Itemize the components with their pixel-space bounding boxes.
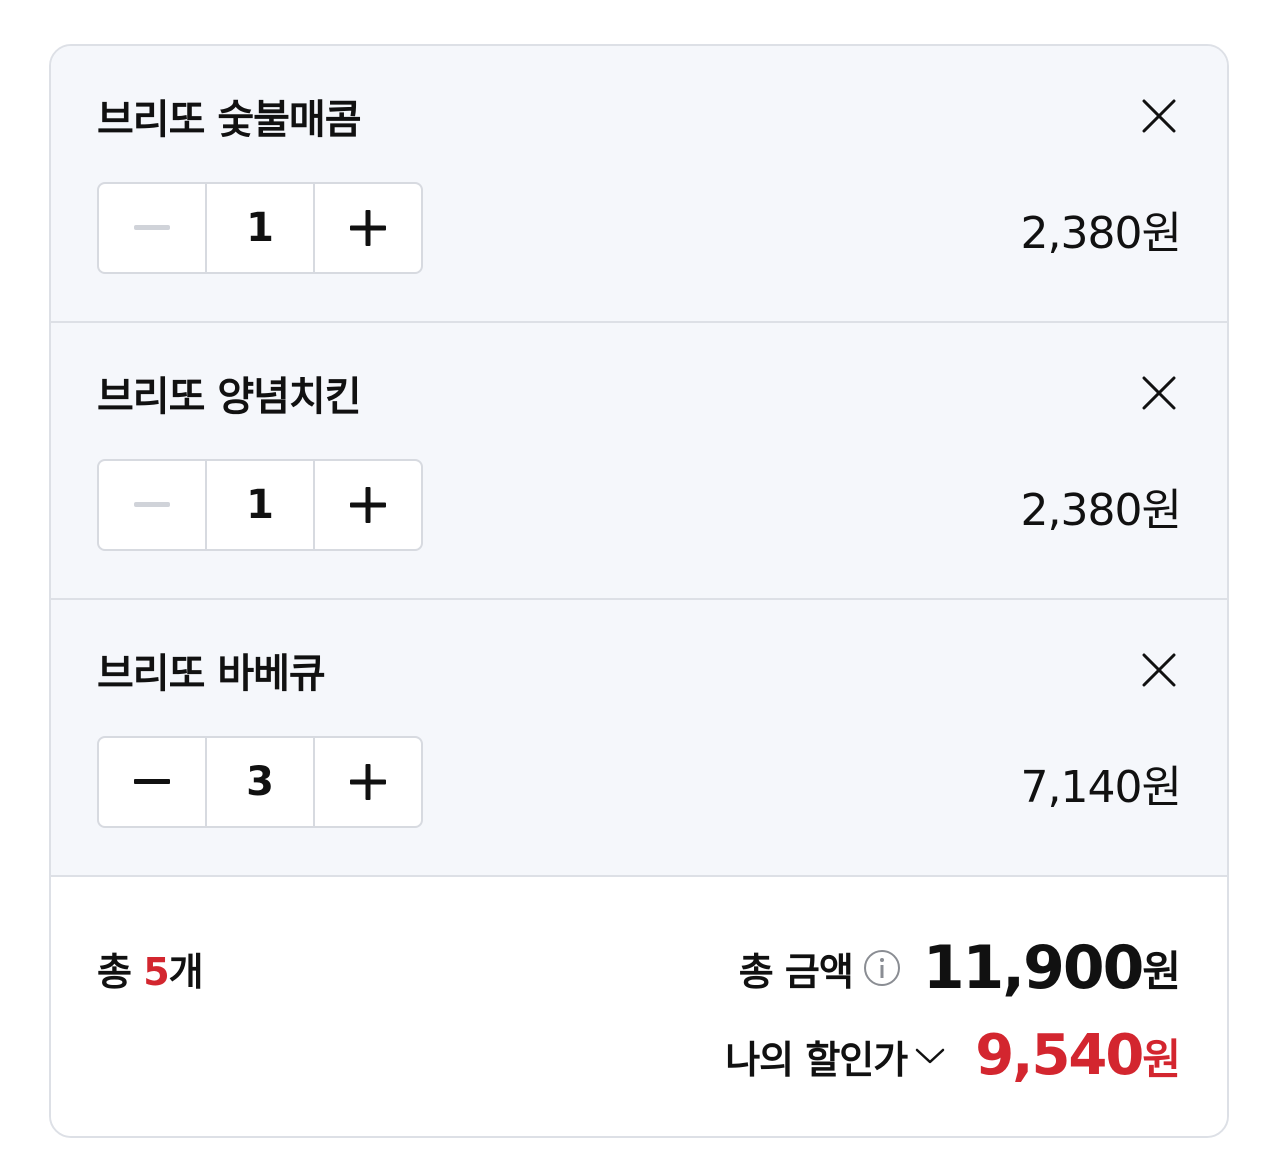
decrease-button[interactable] [99, 461, 205, 549]
cart-panel: 브리또 숯불매콤 1 2,380원 브리또 양념치킨 1 2,380원 브리또 … [49, 44, 1229, 1138]
item-price: 2,380원 [1020, 485, 1182, 536]
order-summary: 총 5개 총 금액 11,900 원 나의 할인가 9,540 원 [51, 877, 1227, 1136]
close-icon[interactable] [1141, 652, 1177, 688]
quantity-display: 1 [205, 184, 313, 272]
total-price-unit: 원 [1142, 946, 1181, 996]
info-icon[interactable] [863, 949, 901, 987]
item-name: 브리또 바베큐 [97, 651, 326, 697]
close-icon[interactable] [1141, 375, 1177, 411]
discount-price-amount: 9,540 [975, 1023, 1144, 1088]
cart-item: 브리또 양념치킨 1 2,380원 [51, 323, 1227, 600]
minus-icon [134, 779, 170, 784]
plus-icon [350, 487, 386, 523]
cart-item: 브리또 숯불매콤 1 2,380원 [51, 46, 1227, 323]
total-count: 총 5개 [97, 941, 204, 996]
item-name: 브리또 숯불매콤 [97, 97, 362, 143]
total-price-row: 총 금액 11,900 원 [739, 933, 1181, 1003]
increase-button[interactable] [313, 738, 421, 826]
increase-button[interactable] [313, 461, 421, 549]
quantity-stepper: 1 [97, 182, 423, 274]
item-price: 2,380원 [1020, 208, 1182, 259]
count-prefix: 총 [97, 950, 144, 994]
total-price-label: 총 금액 [738, 949, 854, 994]
quantity-value: 1 [246, 205, 274, 251]
quantity-stepper: 3 [97, 736, 423, 828]
quantity-value: 3 [246, 759, 274, 805]
decrease-button[interactable] [99, 184, 205, 272]
discount-price-label[interactable]: 나의 할인가 [725, 1029, 908, 1084]
plus-icon [350, 764, 386, 800]
chevron-down-icon[interactable] [915, 1046, 945, 1066]
discount-price-row: 나의 할인가 9,540 원 [725, 1023, 1181, 1089]
discount-price-unit: 원 [1142, 1034, 1181, 1084]
count-value: 5 [143, 950, 169, 994]
decrease-button[interactable] [99, 738, 205, 826]
quantity-display: 3 [205, 738, 313, 826]
item-price: 7,140원 [1020, 762, 1182, 813]
minus-icon [134, 225, 170, 230]
quantity-value: 1 [246, 482, 274, 528]
minus-icon [134, 502, 170, 507]
item-name: 브리또 양념치킨 [97, 374, 362, 420]
quantity-stepper: 1 [97, 459, 423, 551]
quantity-display: 1 [205, 461, 313, 549]
close-icon[interactable] [1141, 98, 1177, 134]
count-suffix: 개 [168, 950, 204, 994]
cart-item: 브리또 바베큐 3 7,140원 [51, 600, 1227, 877]
plus-icon [350, 210, 386, 246]
increase-button[interactable] [313, 184, 421, 272]
total-price-amount: 11,900 [922, 933, 1145, 1003]
